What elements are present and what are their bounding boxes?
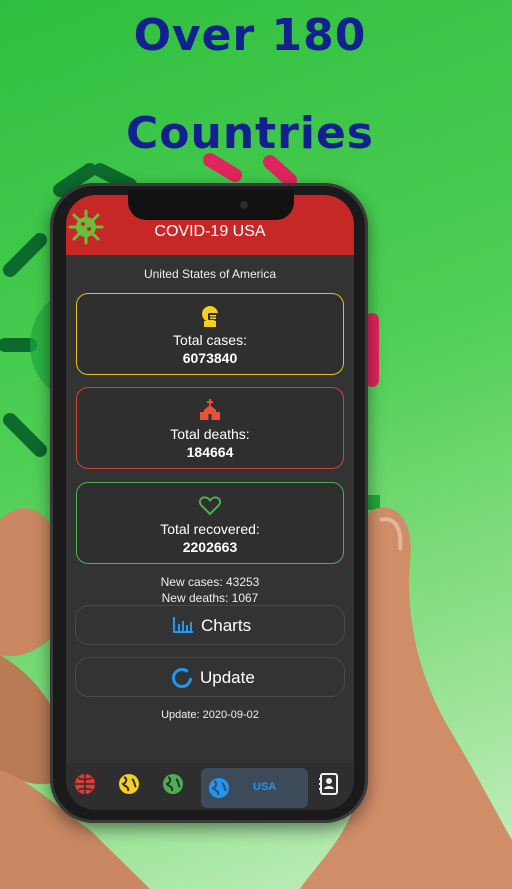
update-button[interactable]: Update xyxy=(75,657,345,697)
total-deaths-label: Total deaths: xyxy=(170,426,250,442)
total-cases-card: Total cases: 6073840 xyxy=(76,293,344,375)
globe-green-icon[interactable] xyxy=(160,771,186,797)
phone-camera xyxy=(240,201,248,209)
promo-headline-line1: Over 180 xyxy=(133,10,367,61)
total-recovered-card: Total recovered: 2202663 xyxy=(76,482,344,564)
heart-icon xyxy=(198,496,222,516)
charts-button-label: Charts xyxy=(201,616,252,635)
phone-notch xyxy=(128,190,294,220)
total-recovered-label: Total recovered: xyxy=(160,521,260,537)
contacts-icon[interactable] xyxy=(316,771,342,797)
new-cases-text: New cases: 43253 xyxy=(160,575,260,589)
new-deaths-text: New deaths: 1067 xyxy=(161,591,259,605)
total-cases-value: 6073840 xyxy=(182,350,238,366)
church-icon xyxy=(200,399,220,420)
globe-blue-icon xyxy=(209,778,229,798)
bottom-navigation: USA xyxy=(66,763,354,810)
total-recovered-value: 2202663 xyxy=(182,539,238,555)
country-name: United States of America xyxy=(143,267,277,281)
app-screen: COVID-19 USA United States of America To… xyxy=(66,195,354,810)
total-deaths-card: Total deaths: 184664 xyxy=(76,387,344,469)
globe-red-icon[interactable] xyxy=(72,771,98,797)
sick-person-icon xyxy=(202,306,218,327)
bar-chart-icon xyxy=(173,617,193,633)
globe-yellow-icon[interactable] xyxy=(116,771,142,797)
update-button-label: Update xyxy=(200,668,255,687)
total-cases-label: Total cases: xyxy=(173,332,247,348)
app-title: COVID-19 USA xyxy=(154,223,266,240)
charts-button[interactable]: Charts xyxy=(75,605,345,645)
nav-item-usa[interactable]: USA xyxy=(201,768,308,808)
total-deaths-value: 184664 xyxy=(186,444,234,460)
refresh-spinner-icon xyxy=(172,668,192,688)
nav-item-usa-label: USA xyxy=(253,781,277,793)
last-update-text: Update: 2020-09-02 xyxy=(161,709,259,721)
